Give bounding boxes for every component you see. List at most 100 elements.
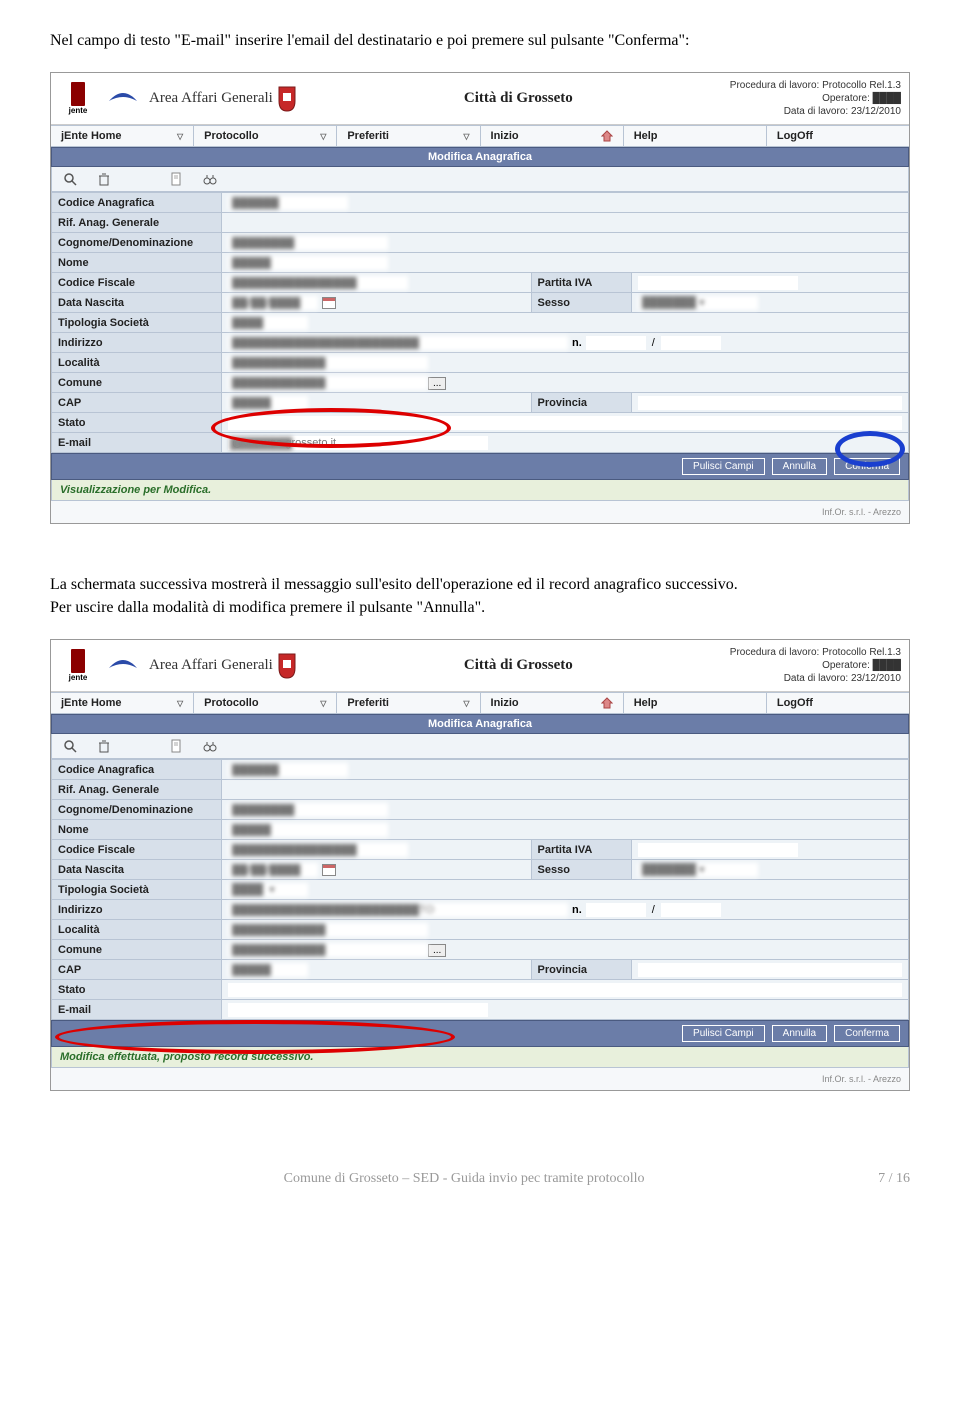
label-rif-anag: Rif. Anag. Generale (52, 780, 222, 800)
input-provincia[interactable] (638, 963, 902, 977)
menu-inizio[interactable]: Inizio (481, 693, 624, 713)
home-icon (601, 130, 613, 142)
menu-logoff[interactable]: LogOff (767, 126, 909, 146)
button-bar: Pulisci Campi Annulla Conferma (51, 453, 909, 480)
label-localita: Località (52, 353, 222, 373)
binoculars-icon[interactable] (202, 171, 218, 187)
input-email[interactable] (228, 1003, 488, 1017)
document-icon[interactable] (168, 738, 184, 754)
annulla-button[interactable]: Annulla (772, 458, 827, 475)
input-partita-iva[interactable] (638, 843, 798, 857)
menu-protocollo[interactable]: Protocollo▽ (194, 693, 337, 713)
search-icon[interactable] (62, 738, 78, 754)
input-nome[interactable] (228, 823, 388, 837)
label-sesso: Sesso (531, 860, 631, 880)
jente-logo: jente (59, 80, 97, 118)
footer-credit: Inf.Or. s.r.l. - Arezzo (51, 1068, 909, 1090)
lookup-button[interactable]: ... (428, 377, 446, 390)
city-crest-icon (273, 83, 301, 115)
chevron-down-icon: ▽ (463, 132, 469, 141)
status-bar: Modifica effettuata, proposto record suc… (51, 1047, 909, 1068)
label-indirizzo: Indirizzo (52, 333, 222, 353)
input-indirizzo[interactable] (228, 903, 568, 917)
toolbar (51, 167, 909, 192)
input-codice-anagrafica[interactable] (228, 196, 348, 210)
label-codice-anagrafica: Codice Anagrafica (52, 760, 222, 780)
chevron-down-icon: ▽ (177, 132, 183, 141)
input-codice-anagrafica[interactable] (228, 763, 348, 777)
search-icon[interactable] (62, 171, 78, 187)
header-meta: Procedura di lavoro: Protocollo Rel.1.3 … (730, 79, 901, 118)
calendar-icon[interactable] (322, 297, 336, 309)
label-sesso: Sesso (531, 293, 631, 313)
input-cognome[interactable] (228, 803, 388, 817)
menu-logoff[interactable]: LogOff (767, 693, 909, 713)
label-comune: Comune (52, 940, 222, 960)
jente-logo: jente (59, 647, 97, 685)
footer-credit: Inf.Or. s.r.l. - Arezzo (51, 501, 909, 523)
trash-icon[interactable] (96, 738, 112, 754)
label-email: E-mail (52, 433, 222, 453)
lookup-button[interactable]: ... (428, 944, 446, 957)
input-tipologia[interactable] (228, 883, 308, 897)
input-data-nascita[interactable] (228, 296, 318, 310)
input-codice-fiscale[interactable] (228, 843, 408, 857)
input-data-nascita[interactable] (228, 863, 318, 877)
input-cap[interactable] (228, 963, 308, 977)
label-localita: Località (52, 920, 222, 940)
input-indirizzo[interactable] (228, 336, 568, 350)
menu-preferiti[interactable]: Preferiti▽ (337, 126, 480, 146)
input-partita-iva[interactable] (638, 276, 798, 290)
menu-help[interactable]: Help (624, 126, 767, 146)
menu-inizio[interactable]: Inizio (481, 126, 624, 146)
city-label: Città di Grosseto (307, 657, 730, 674)
app-window-2: jente Area Affari Generali Città di Gros… (50, 639, 910, 1091)
city-crest-icon (273, 650, 301, 682)
header-meta: Procedura di lavoro: Protocollo Rel.1.3 … (730, 646, 901, 685)
input-stato[interactable] (228, 416, 902, 430)
conferma-button[interactable]: Conferma (834, 1025, 900, 1042)
menu-help[interactable]: Help (624, 693, 767, 713)
label-indirizzo: Indirizzo (52, 900, 222, 920)
pulisci-button[interactable]: Pulisci Campi (682, 1025, 765, 1042)
input-tipologia[interactable] (228, 316, 308, 330)
input-numero2[interactable] (661, 903, 721, 917)
binoculars-icon[interactable] (202, 738, 218, 754)
input-codice-fiscale[interactable] (228, 276, 408, 290)
input-localita[interactable] (228, 923, 428, 937)
input-localita[interactable] (228, 356, 428, 370)
input-comune[interactable] (228, 376, 428, 390)
input-numero[interactable] (586, 903, 646, 917)
page-footer: Comune di Grosseto – SED - Guida invio p… (50, 1171, 910, 1187)
input-comune[interactable] (228, 943, 428, 957)
menu-protocollo[interactable]: Protocollo▽ (194, 126, 337, 146)
menu-home[interactable]: jEnte Home▽ (51, 126, 194, 146)
document-icon[interactable] (168, 171, 184, 187)
pulisci-button[interactable]: Pulisci Campi (682, 458, 765, 475)
annulla-button[interactable]: Annulla (772, 1025, 827, 1042)
chevron-down-icon: ▽ (177, 699, 183, 708)
app-header: jente Area Affari Generali Città di Gros… (51, 73, 909, 125)
input-numero[interactable] (586, 336, 646, 350)
label-cognome: Cognome/Denominazione (52, 233, 222, 253)
input-sesso[interactable] (638, 863, 758, 877)
input-nome[interactable] (228, 256, 388, 270)
label-codice-anagrafica: Codice Anagrafica (52, 193, 222, 213)
menu-preferiti[interactable]: Preferiti▽ (337, 693, 480, 713)
input-provincia[interactable] (638, 396, 902, 410)
input-stato[interactable] (228, 983, 902, 997)
input-cap[interactable] (228, 396, 308, 410)
input-numero2[interactable] (661, 336, 721, 350)
app-header: jente Area Affari Generali Città di Gros… (51, 640, 909, 692)
calendar-icon[interactable] (322, 864, 336, 876)
label-data-nascita: Data Nascita (52, 860, 222, 880)
input-sesso[interactable] (638, 296, 758, 310)
trash-icon[interactable] (96, 171, 112, 187)
conferma-button[interactable]: Conferma (834, 458, 900, 475)
chevron-down-icon: ▽ (320, 132, 326, 141)
input-cognome[interactable] (228, 236, 388, 250)
menu-home[interactable]: jEnte Home▽ (51, 693, 194, 713)
page-number: 7 / 16 (878, 1171, 910, 1187)
label-provincia: Provincia (531, 393, 631, 413)
button-bar: Pulisci Campi Annulla Conferma (51, 1020, 909, 1047)
